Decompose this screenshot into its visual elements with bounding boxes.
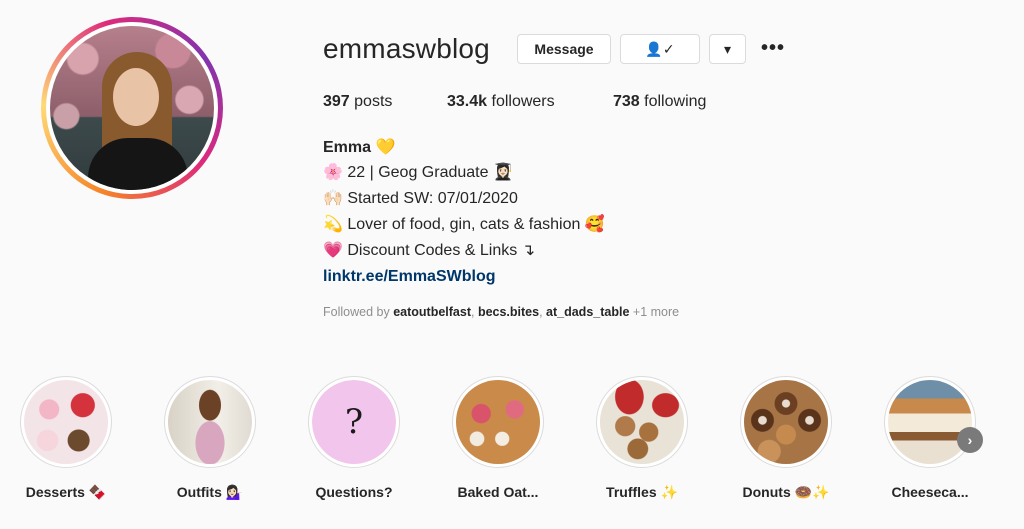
followed-by-more: +1 more — [632, 305, 680, 319]
avatar-border — [46, 22, 218, 194]
highlight-cover — [24, 380, 108, 464]
followed-by-prefix: Followed by — [323, 305, 390, 319]
highlight-ring — [596, 376, 688, 468]
question-mark-icon: ? — [312, 380, 396, 464]
highlight-label: Cheeseca... — [891, 484, 969, 500]
following-label: following — [644, 93, 707, 110]
highlight-cover — [456, 380, 540, 464]
bio-line: 🌸 22 | Geog Graduate 👩🏻‍🎓 — [323, 164, 513, 181]
followed-by-user: at_dads_table — [546, 305, 630, 319]
highlight-label: Outfits 💁🏻‍♀️ — [176, 484, 244, 500]
highlight-label: Truffles ✨ — [606, 484, 678, 500]
followed-by-user: eatoutbelfast — [393, 305, 471, 319]
chevron-right-icon[interactable]: › — [957, 427, 983, 453]
highlight-ring — [164, 376, 256, 468]
highlight-outfits[interactable]: Outfits 💁🏻‍♀️ — [160, 376, 260, 501]
highlight-cover — [744, 380, 828, 464]
followers-label: followers — [491, 93, 555, 110]
highlight-ring — [884, 376, 976, 468]
bio-line: 💫 Lover of food, gin, cats & fashion 🥰 — [323, 216, 605, 233]
profile-avatar[interactable] — [41, 17, 223, 199]
following-count[interactable]: 738 following — [613, 93, 706, 111]
highlight-truffles[interactable]: Truffles ✨ — [592, 376, 692, 501]
bio-line: 🙌🏻 Started SW: 07/01/2020 — [323, 190, 518, 207]
chevron-down-icon: ▾ — [723, 40, 732, 57]
highlight-cover: ? — [312, 380, 396, 464]
following-button[interactable]: 👤✓ — [620, 34, 700, 64]
highlight-questions[interactable]: ? Questions? — [304, 376, 404, 500]
followers-number: 33.4k — [447, 93, 488, 110]
highlight-cover — [888, 380, 972, 464]
highlight-ring — [20, 376, 112, 468]
bio-link[interactable]: linktr.ee/EmmaSWblog — [323, 266, 495, 288]
highlight-label: Desserts 🍫 — [25, 484, 107, 500]
posts-number: 397 — [323, 93, 350, 110]
highlight-cover — [168, 380, 252, 464]
following-user-check-icon: 👤✓ — [645, 40, 675, 57]
highlight-donuts[interactable]: Donuts 🍩✨ — [736, 376, 836, 501]
posts-label: posts — [354, 93, 393, 110]
highlight-desserts[interactable]: Desserts 🍫 — [16, 376, 116, 501]
posts-count: 397 posts — [323, 93, 392, 111]
highlight-label: Questions? — [315, 484, 393, 500]
bio-name: Emma 💛 — [323, 139, 396, 156]
highlight-ring — [452, 376, 544, 468]
more-options-icon[interactable]: ••• — [761, 38, 787, 58]
avatar-face — [113, 68, 159, 126]
highlight-baked-oats[interactable]: Baked Oat... — [448, 376, 548, 500]
message-button[interactable]: Message — [517, 34, 611, 64]
highlight-label: Baked Oat... — [457, 484, 539, 500]
following-number: 738 — [613, 93, 640, 110]
highlight-label: Donuts 🍩✨ — [742, 484, 830, 500]
highlight-ring: ? — [308, 376, 400, 468]
profile-username: emmaswblog — [323, 33, 490, 64]
highlight-ring — [740, 376, 832, 468]
avatar-body — [88, 138, 188, 190]
followed-by-user: becs.bites — [477, 305, 540, 319]
followers-count[interactable]: 33.4k followers — [447, 93, 555, 111]
bio-line: 💗 Discount Codes & Links ↴ — [323, 242, 536, 259]
suggested-dropdown-button[interactable]: ▾ — [709, 34, 746, 64]
avatar-photo — [50, 26, 214, 190]
followed-by[interactable]: Followed by eatoutbelfast, becs.bites, a… — [323, 305, 679, 319]
highlight-cover — [600, 380, 684, 464]
